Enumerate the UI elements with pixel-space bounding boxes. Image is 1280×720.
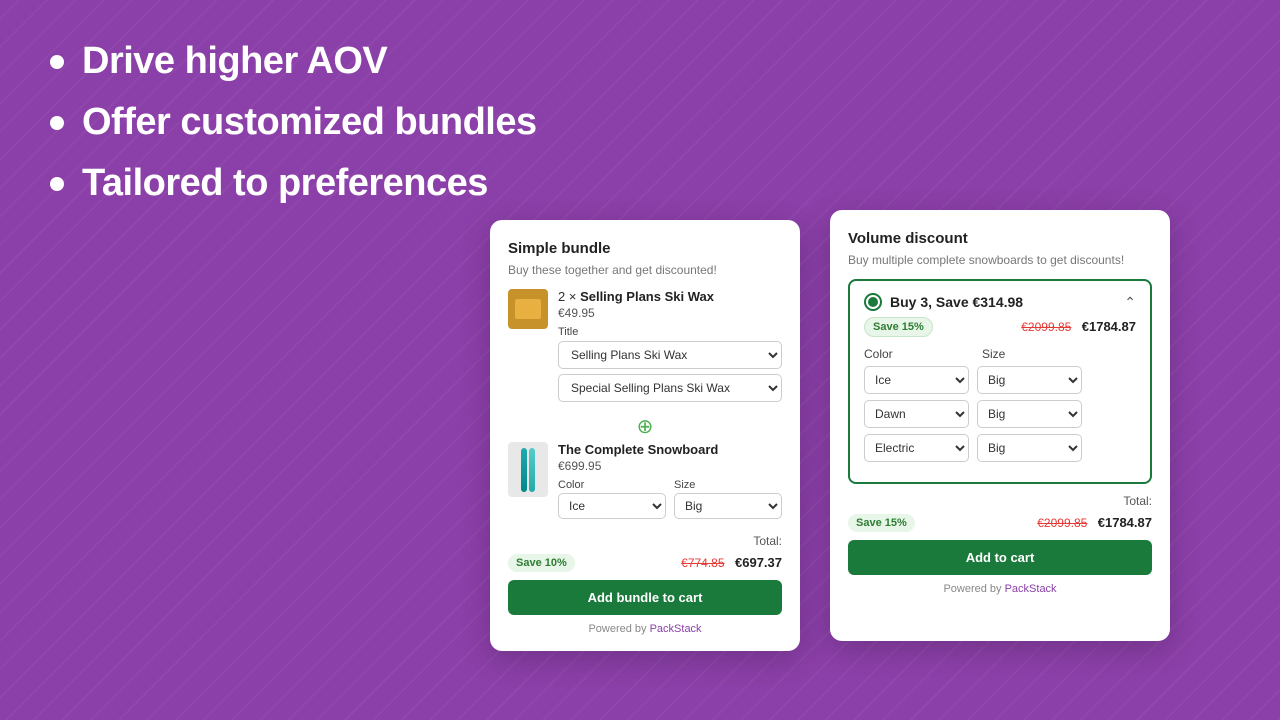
product1-title-label: Title	[558, 326, 782, 338]
snowboard-plank-1	[521, 448, 527, 492]
savings-total-row: Save 10% €774.85 €697.37	[508, 554, 782, 572]
product2-size-select[interactable]: Big Medium Small	[674, 493, 782, 519]
product2-size-label: Size	[674, 479, 782, 491]
bullet-dot-3	[50, 177, 64, 191]
cs-size-3[interactable]: BigMediumSmall	[977, 434, 1082, 462]
plan-price-row: €2099.85 €1784.87	[1021, 318, 1136, 336]
product1-price: €49.95	[558, 306, 782, 320]
plan-price-final: €1784.87	[1082, 319, 1136, 334]
save-badge: Save 10%	[508, 554, 575, 572]
product2-color-select[interactable]: Ice Dawn Electric	[558, 493, 666, 519]
plan-box: Buy 3, Save €314.98 ⌃ Save 15% €2099.85 …	[848, 279, 1152, 484]
bullet-2: Offer customized bundles	[50, 101, 537, 144]
product2-size-group: Size Big Medium Small	[674, 479, 782, 519]
cs-row-2: DawnIceElectric BigMediumSmall	[864, 400, 1136, 428]
plan-header: Buy 3, Save €314.98 ⌃	[864, 293, 1136, 311]
cs-header-row: Color Size	[864, 347, 1136, 361]
plan-title-row: Buy 3, Save €314.98	[864, 293, 1023, 311]
volume-discount-card: Volume discount Buy multiple complete sn…	[830, 210, 1170, 641]
size-header: Size	[982, 347, 1092, 361]
volume-price-final: €1784.87	[1098, 515, 1152, 530]
powered-by-left: Powered by PackStack	[508, 623, 782, 635]
price-row: €774.85 €697.37	[681, 554, 782, 572]
plan-save-badge: Save 15%	[864, 317, 933, 337]
volume-price-crossed: €2099.85	[1037, 516, 1087, 530]
plan-price-crossed: €2099.85	[1021, 320, 1071, 334]
plan-radio[interactable]	[864, 293, 882, 311]
product1-name: 2 × Selling Plans Ski Wax	[558, 289, 782, 304]
volume-savings-total-row: Save 15% €2099.85 €1784.87	[848, 514, 1152, 532]
bullet-3: Tailored to preferences	[50, 162, 537, 205]
powered-by-right: Powered by PackStack	[848, 583, 1152, 595]
product2-options-row: Color Ice Dawn Electric Size Big Medium …	[558, 479, 782, 519]
cs-color-2[interactable]: DawnIceElectric	[864, 400, 969, 428]
cs-row-3: ElectricIceDawn BigMediumSmall	[864, 434, 1136, 462]
plus-circle-icon: ⊕	[637, 416, 654, 438]
bullet-text-1: Drive higher AOV	[82, 40, 387, 83]
radio-inner	[868, 297, 878, 307]
product1-dropdown1[interactable]: Selling Plans Ski Wax	[558, 341, 782, 369]
volume-card-title: Volume discount	[848, 230, 1152, 247]
volume-save-badge: Save 15%	[848, 514, 915, 532]
left-section: Drive higher AOV Offer customized bundle…	[50, 40, 537, 223]
product2-name: The Complete Snowboard	[558, 442, 782, 457]
price-crossed: €774.85	[681, 556, 724, 570]
plus-icon: ⊕	[508, 417, 782, 437]
product2-info: The Complete Snowboard €699.95 Color Ice…	[558, 442, 782, 524]
total-label: Total:	[508, 534, 782, 548]
product1-dropdown2[interactable]: Special Selling Plans Ski Wax	[558, 374, 782, 402]
product1-title: Selling Plans Ski Wax	[580, 289, 714, 304]
cs-row-1: IceDawnElectric BigMediumSmall	[864, 366, 1136, 394]
product1-quantity: 2 ×	[558, 289, 576, 304]
cs-color-1[interactable]: IceDawnElectric	[864, 366, 969, 394]
price-final: €697.37	[735, 555, 782, 570]
product2-row: The Complete Snowboard €699.95 Color Ice…	[508, 442, 782, 524]
snowboard-plank-2	[529, 448, 535, 492]
add-to-cart-button[interactable]: Add to cart	[848, 540, 1152, 575]
bullet-1: Drive higher AOV	[50, 40, 537, 83]
product1-info: 2 × Selling Plans Ski Wax €49.95 Title S…	[558, 289, 782, 407]
color-header: Color	[864, 347, 974, 361]
add-bundle-cart-button[interactable]: Add bundle to cart	[508, 580, 782, 615]
bullet-text-3: Tailored to preferences	[82, 162, 488, 205]
bundle-card-title: Simple bundle	[508, 240, 782, 257]
plan-title-text: Buy 3, Save €314.98	[890, 294, 1023, 310]
product1-thumbnail	[508, 289, 548, 329]
chevron-up-icon: ⌃	[1124, 294, 1136, 311]
cs-color-3[interactable]: ElectricIceDawn	[864, 434, 969, 462]
cards-area: Simple bundle Buy these together and get…	[490, 220, 1170, 651]
product2-price: €699.95	[558, 459, 782, 473]
bullet-text-2: Offer customized bundles	[82, 101, 537, 144]
volume-price-row: €2099.85 €1784.87	[1037, 514, 1152, 532]
volume-card-subtitle: Buy multiple complete snowboards to get …	[848, 253, 1152, 267]
product2-color-group: Color Ice Dawn Electric	[558, 479, 666, 519]
product1-row: 2 × Selling Plans Ski Wax €49.95 Title S…	[508, 289, 782, 407]
cs-size-1[interactable]: BigMediumSmall	[977, 366, 1082, 394]
product2-color-label: Color	[558, 479, 666, 491]
simple-bundle-card: Simple bundle Buy these together and get…	[490, 220, 800, 651]
snowboard-icon	[521, 448, 535, 492]
volume-total-label: Total:	[848, 494, 1152, 508]
packstack-link-right[interactable]: PackStack	[1005, 583, 1057, 595]
product2-thumbnail	[508, 442, 548, 497]
cs-size-2[interactable]: BigMediumSmall	[977, 400, 1082, 428]
product1-thumb-inner	[515, 299, 541, 319]
bullet-dot-2	[50, 116, 64, 130]
bundle-card-subtitle: Buy these together and get discounted!	[508, 263, 782, 277]
bullet-dot-1	[50, 55, 64, 69]
packstack-link-left[interactable]: PackStack	[650, 623, 702, 635]
